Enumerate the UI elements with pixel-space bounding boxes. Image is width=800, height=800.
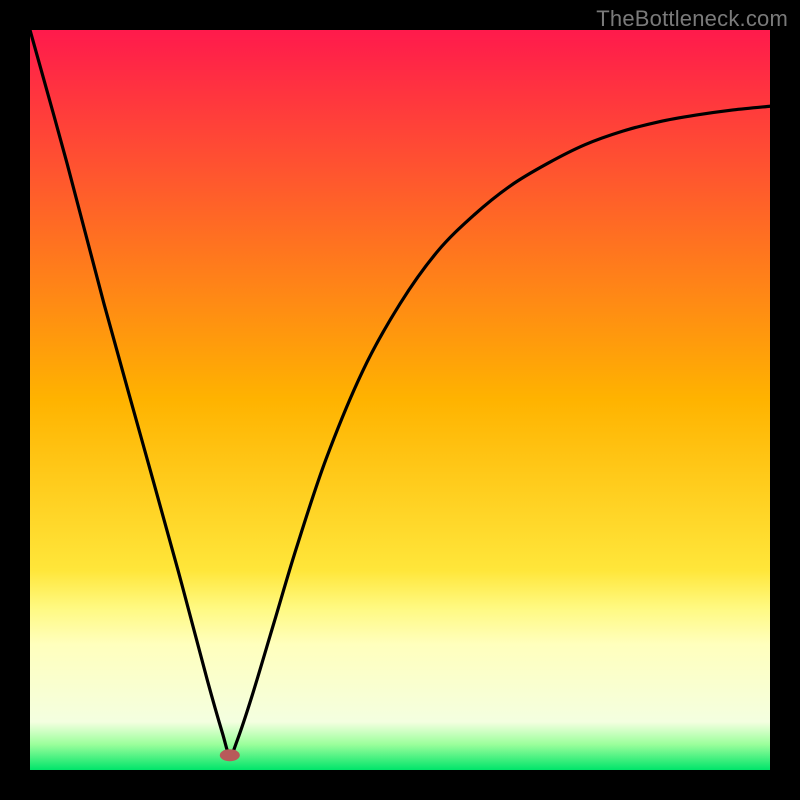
chart-frame: TheBottleneck.com <box>0 0 800 800</box>
attribution-label: TheBottleneck.com <box>596 6 788 32</box>
minimum-marker <box>220 749 240 761</box>
plot-background <box>30 30 770 770</box>
bottleneck-plot <box>30 30 770 770</box>
